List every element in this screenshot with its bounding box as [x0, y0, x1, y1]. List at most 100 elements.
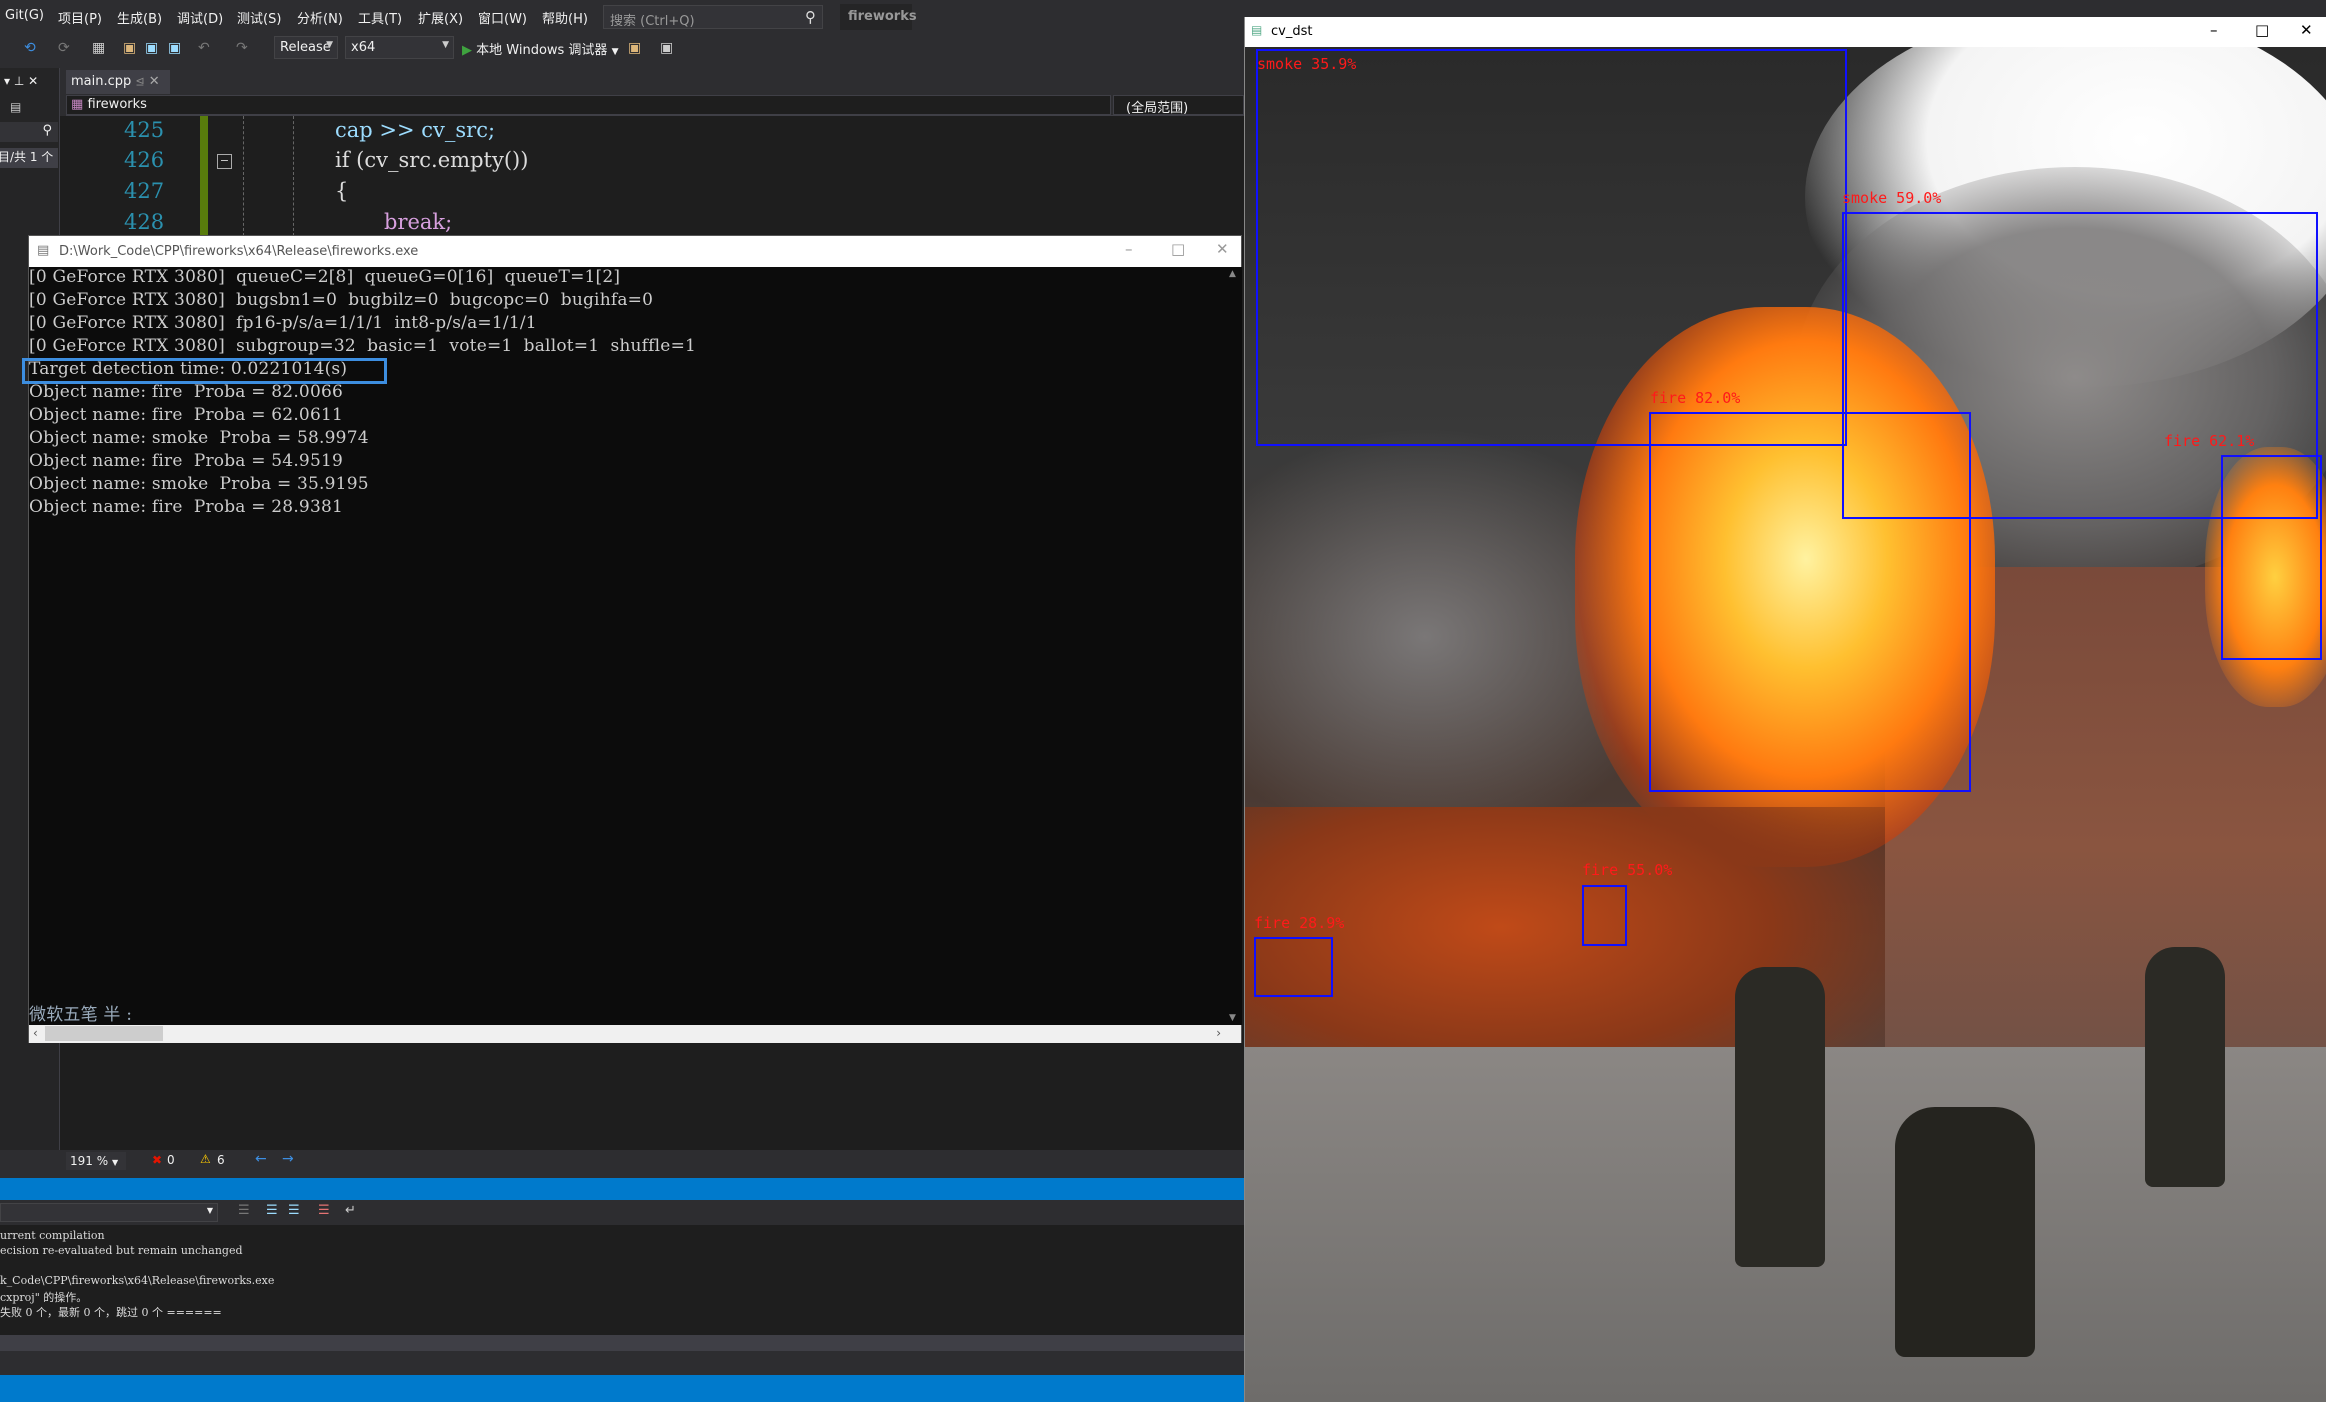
detection-label: fire 28.9% [1254, 914, 1345, 932]
cv-dst-window[interactable]: ▤ cv_dst – □ ✕ smoke 35.9% smoke 59.0% f… [1244, 17, 2326, 1402]
toolbar: ⟲ ⟳ ▦ ▣ ▣ ▣ ↶ ↷ Release ▼ x64 ▼ ▶ 本地 Windo… [0, 32, 1244, 64]
menu-test[interactable]: 测试(S) [237, 8, 281, 27]
vertical-scrollbar[interactable]: ▲ ▼ [1226, 267, 1242, 1025]
save-icon[interactable]: ▣ [145, 40, 158, 56]
detection-box-fire [2221, 455, 2322, 660]
pin-icon[interactable]: ⊴ [135, 75, 144, 88]
forward-icon[interactable]: ⟳ [58, 40, 70, 56]
console-line: [0 GeForce RTX 3080] queueC=2[8] queueG=… [29, 267, 621, 287]
menu-extensions[interactable]: 扩展(X) [418, 8, 463, 27]
error-count[interactable]: 0 [167, 1153, 175, 1167]
maximize-button[interactable]: □ [1171, 240, 1185, 258]
output-line: k_Code\CPP\fireworks\x64\Release\firewor… [0, 1274, 275, 1287]
minimize-button[interactable]: – [2210, 21, 2218, 39]
search-placeholder: 搜索 (Ctrl+Q) [610, 14, 695, 29]
tab-row: main.cpp ⊴ ✕ [0, 68, 1244, 94]
next-message-icon[interactable]: ☰ [288, 1203, 300, 1218]
prev-issue-icon[interactable]: ← [255, 1151, 267, 1167]
search-icon: ⚲ [42, 123, 52, 138]
output-toolbar: ▼ ☰ ☰ ☰ ☰ ↵ [0, 1200, 1244, 1225]
open-icon[interactable]: ▣ [123, 40, 136, 56]
line-number: 425 [124, 118, 165, 142]
new-project-icon[interactable]: ▦ [92, 40, 105, 56]
output-line: cxproj" 的操作。 [0, 1291, 88, 1304]
code-line: { [335, 179, 349, 203]
output-line: ecision re-evaluated but remain unchange… [0, 1244, 243, 1257]
scroll-down-icon[interactable]: ▼ [1229, 1013, 1236, 1023]
code-line: break; [384, 210, 453, 234]
panel-icon[interactable]: ▤ [10, 100, 21, 114]
scroll-left-icon[interactable]: ‹ [33, 1026, 38, 1040]
zoom-dropdown[interactable]: 191 % ▼ [66, 1152, 126, 1170]
scope-left: fireworks [87, 97, 147, 112]
project-icon: ▦ [71, 97, 84, 112]
search-icon: ⚲ [805, 8, 816, 26]
code-line: cap >> cv_src; [335, 118, 496, 142]
redo-icon[interactable]: ↷ [236, 40, 248, 56]
close-icon[interactable]: ✕ [149, 74, 160, 89]
console-title-bar[interactable]: ▤ D:\Work_Code\CPP\fireworks\x64\Release… [29, 236, 1241, 267]
scroll-up-icon[interactable]: ▲ [1229, 269, 1236, 279]
word-wrap-icon[interactable]: ↵ [345, 1203, 356, 1218]
save-all-icon[interactable]: ▣ [168, 40, 181, 56]
line-number: 428 [124, 210, 165, 234]
close-button[interactable]: ✕ [1216, 240, 1229, 258]
horizontal-scrollbar[interactable]: ‹ › [29, 1025, 1241, 1043]
prev-message-icon[interactable]: ☰ [266, 1203, 278, 1218]
project-name: fireworks [840, 4, 917, 30]
highlight-box [22, 358, 387, 384]
close-button[interactable]: ✕ [2300, 21, 2313, 39]
panel-search[interactable]: ⚲ [0, 122, 58, 142]
menu-git[interactable]: Git(G) [5, 8, 44, 23]
tab-main-cpp[interactable]: main.cpp ⊴ ✕ [66, 70, 170, 94]
undo-icon[interactable]: ↶ [198, 40, 210, 56]
cv-title-bar[interactable]: ▤ cv_dst – □ ✕ [1245, 17, 2326, 47]
collapse-icon[interactable]: − [217, 154, 232, 169]
ime-status: 微软五笔 半 : [29, 1005, 133, 1025]
platform-value: x64 [351, 40, 376, 55]
project-scope-dropdown[interactable]: ▦ fireworks [66, 95, 1111, 115]
chevron-down-icon: ▼ [442, 40, 449, 50]
output-panel[interactable]: urrent compilation ecision re-evaluated … [0, 1225, 1244, 1335]
indent-guide [293, 116, 294, 236]
menu-project[interactable]: 项目(P) [58, 8, 102, 27]
detection-box-fire [1582, 885, 1627, 946]
output-source-dropdown[interactable]: ▼ [0, 1203, 218, 1222]
editor-status-bar: 191 % ▼ ✖ 0 ⚠ 6 ← → [60, 1150, 1244, 1172]
menu-analyze[interactable]: 分析(N) [297, 8, 343, 27]
cv-title: cv_dst [1271, 24, 1313, 39]
platform-dropdown[interactable]: x64 ▼ [345, 36, 454, 59]
menu-build[interactable]: 生成(B) [117, 8, 162, 27]
scroll-right-icon[interactable]: › [1216, 1026, 1221, 1040]
search-input[interactable]: 搜索 (Ctrl+Q) ⚲ [603, 5, 823, 29]
find-in-files-icon[interactable]: ▣ [628, 40, 641, 56]
global-scope-dropdown[interactable]: (全局范围) [1113, 95, 1244, 116]
next-issue-icon[interactable]: → [282, 1151, 294, 1167]
warning-count[interactable]: 6 [217, 1153, 225, 1167]
tab-label: main.cpp [71, 74, 132, 89]
detection-box-fire [1649, 412, 1971, 792]
menu-window[interactable]: 窗口(W) [478, 8, 527, 27]
output-panel-header [0, 1178, 1244, 1200]
detection-label: smoke 35.9% [1257, 55, 1357, 73]
error-icon: ✖ [152, 1153, 163, 1167]
menu-help[interactable]: 帮助(H) [542, 8, 588, 27]
screenshot-icon[interactable]: ▣ [660, 40, 673, 56]
back-icon[interactable]: ⟲ [24, 40, 36, 56]
console-line: Object name: smoke Proba = 35.9195 [29, 474, 369, 494]
maximize-button[interactable]: □ [2255, 21, 2269, 39]
console-line: Object name: fire Proba = 54.9519 [29, 451, 343, 471]
console-line: [0 GeForce RTX 3080] bugsbn1=0 bugbilz=0… [29, 290, 654, 310]
configuration-value: Release [280, 40, 331, 55]
configuration-dropdown[interactable]: Release ▼ [274, 36, 338, 59]
console-app-icon: ▤ [37, 243, 50, 258]
menu-tools[interactable]: 工具(T) [358, 8, 402, 27]
run-debugger-button[interactable]: ▶ 本地 Windows 调试器 ▼ [462, 39, 619, 58]
console-window[interactable]: ▤ D:\Work_Code\CPP\fireworks\x64\Release… [22, 235, 1242, 1043]
minimize-button[interactable]: – [1125, 240, 1133, 258]
output-scrollbar[interactable] [0, 1335, 1244, 1351]
scroll-thumb[interactable] [45, 1026, 163, 1041]
find-message-icon[interactable]: ☰ [238, 1203, 250, 1218]
clear-all-icon[interactable]: ☰ [318, 1203, 330, 1218]
menu-debug[interactable]: 调试(D) [177, 8, 223, 27]
